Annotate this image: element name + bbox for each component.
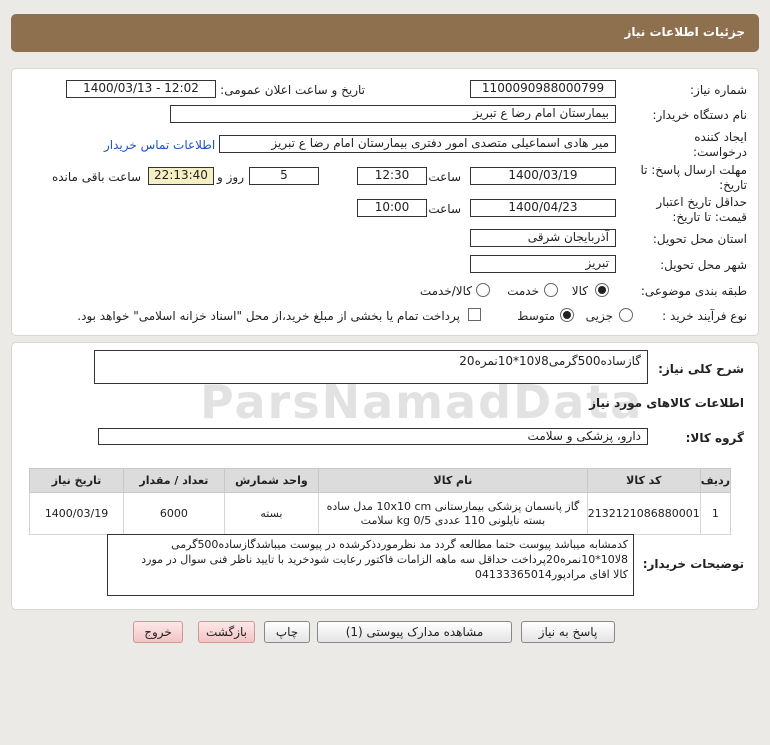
buyer-notes-line1: کدمشابه میباشد پیوست حتما مطالعه گردد مد…	[171, 538, 628, 551]
buyer-org-field: بیمارستان امام رضا ع تبریز	[170, 105, 616, 123]
announce-label: تاریخ و ساعت اعلان عمومی:	[220, 83, 365, 97]
creator-field: میر هادی اسماعیلی متصدی امور دفتری بیمار…	[219, 135, 616, 153]
days-label: روز و	[217, 170, 244, 184]
city-label: شهر محل تحویل:	[660, 258, 747, 272]
exit-button[interactable]: خروج	[133, 621, 183, 643]
col-code: کد کالا	[586, 468, 701, 493]
back-button[interactable]: بازگشت	[198, 621, 255, 643]
process-medium-label: متوسط	[517, 309, 555, 323]
reply-time-label: ساعت	[428, 170, 461, 184]
creator-label: ایجاد کننده درخواست:	[693, 130, 747, 159]
buyer-notes-line2: 8لا10*10نمره20پرداخت حداقل سه ماهه الزام…	[141, 553, 628, 566]
row-code: 2132121086880001	[586, 492, 701, 535]
need-number-label: شماره نیاز:	[690, 83, 747, 97]
goods-group-label: گروه کالا:	[685, 431, 744, 445]
goods-table-header: ردیف کد کالا نام کالا واحد شمارش تعداد /…	[28, 468, 732, 493]
category-service-label: خدمت	[507, 284, 539, 298]
summary-label: شرح کلی نیاز:	[658, 362, 744, 376]
row-name-line1: گاز پانسمان پزشکی بیمارستانی 10x10 cm مد…	[326, 499, 580, 513]
row-qty: 6000	[123, 492, 225, 535]
treasury-payment-checkbox[interactable]	[468, 308, 481, 321]
row-unit: بسته	[223, 492, 320, 535]
price-time-field: 10:00	[357, 199, 427, 217]
category-label: طبقه بندی موضوعی:	[640, 284, 747, 298]
category-goods-label: کالا	[571, 284, 588, 298]
days-field: 5	[249, 167, 319, 185]
buyer-contact-link[interactable]: اطلاعات تماس خریدار	[104, 138, 215, 152]
price-validity-label: حداقل تاریخ اعتبار قیمت: تا تاریخ:	[656, 195, 747, 224]
buyer-notes-field: کدمشابه میباشد پیوست حتما مطالعه گردد مد…	[107, 534, 634, 596]
print-button[interactable]: چاپ	[264, 621, 310, 643]
category-goods-radio[interactable]	[595, 283, 609, 297]
process-minor-label: جزیی	[585, 309, 613, 323]
process-label: نوع فرآیند خرید :	[662, 309, 747, 323]
reply-deadline-label: مهلت ارسال پاسخ: تا تاریخ:	[640, 163, 747, 192]
row-number: 1	[699, 492, 732, 535]
price-time-label: ساعت	[428, 202, 461, 216]
page-header: جزئیات اطلاعات نیاز	[11, 14, 759, 52]
col-row: ردیف	[699, 468, 732, 493]
goods-section-title: اطلاعات کالاهای مورد نیاز	[589, 396, 744, 410]
reply-button[interactable]: پاسخ به نیاز	[521, 621, 615, 643]
reply-date-field: 1400/03/19	[470, 167, 616, 185]
process-medium-radio[interactable]	[560, 308, 574, 322]
col-unit: واحد شمارش	[223, 468, 320, 493]
row-name-line2: بسته نایلونی 110 عددی 0/5 kg سلامت	[360, 513, 546, 527]
category-service-radio[interactable]	[544, 283, 558, 297]
goods-group-field: دارو، پزشکی و سلامت	[98, 428, 648, 445]
col-qty: تعداد / مقدار	[123, 468, 225, 493]
announce-field: 1400/03/13 - 12:02	[66, 80, 216, 98]
remaining-label: ساعت باقی مانده	[51, 170, 141, 184]
reply-time-field: 12:30	[357, 167, 427, 185]
goods-table: ردیف کد کالا نام کالا واحد شمارش تعداد /…	[28, 468, 732, 535]
table-row: 1 2132121086880001 گاز پانسمان پزشکی بیم…	[28, 492, 732, 535]
process-minor-radio[interactable]	[619, 308, 633, 322]
attachments-button[interactable]: مشاهده مدارک پیوستی (1)	[317, 621, 512, 643]
col-name: نام کالا	[318, 468, 588, 493]
summary-field: گازساده500گرمی8لا10*10نمره20	[94, 350, 648, 384]
treasury-payment-note: پرداخت تمام یا بخشی از مبلغ خرید،از محل …	[77, 309, 460, 323]
province-field: آذربایجان شرقی	[470, 229, 616, 247]
need-number-field: 1100090988000799	[470, 80, 616, 98]
buyer-notes-label: توضیحات خریدار:	[642, 557, 744, 571]
row-date: 1400/03/19	[28, 492, 125, 535]
province-label: استان محل تحویل:	[652, 232, 747, 246]
category-both-label: کالا/خدمت	[419, 284, 472, 298]
category-both-radio[interactable]	[476, 283, 490, 297]
buyer-notes-line3: کالا اقای مرادپور04133365014	[474, 568, 628, 581]
row-name: گاز پانسمان پزشکی بیمارستانی 10x10 cm مد…	[318, 492, 588, 535]
col-date: تاریخ نیاز	[28, 468, 125, 493]
city-field: تبریز	[470, 255, 616, 273]
remaining-time-field: 22:13:40	[148, 167, 214, 185]
buyer-org-label: نام دستگاه خریدار:	[652, 108, 748, 122]
price-date-field: 1400/04/23	[470, 199, 616, 217]
page-title: جزئیات اطلاعات نیاز	[624, 25, 745, 39]
